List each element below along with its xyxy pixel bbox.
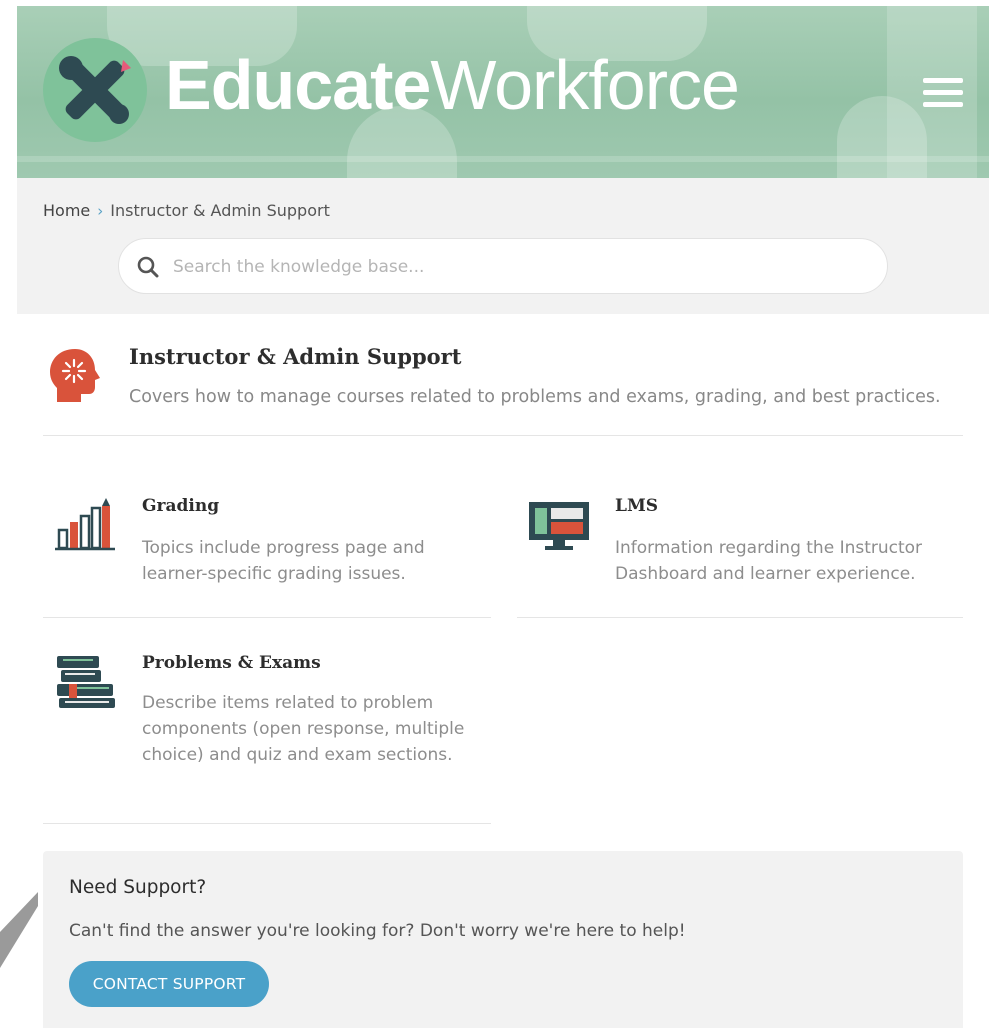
logo-wordmark[interactable]: EducateWorkforce [165,50,740,120]
page-frame: EducateWorkforce Home › Instructor & Admin… [17,6,989,1028]
contact-support-button[interactable]: CONTACT SUPPORT [69,961,269,1007]
subcategory-description: Topics include progress page and learner… [142,538,425,584]
breadcrumb-search-area: Home › Instructor & Admin Support [17,178,989,314]
bar-chart-pencil-icon [55,498,115,558]
divider [43,823,491,824]
support-box: Need Support? Can't find the answer you'… [43,851,963,1028]
logo-icon[interactable] [43,38,147,142]
logo-bold-text: Educate [165,46,431,124]
support-text: Can't find the answer you're looking for… [69,921,686,941]
logo-light-text: Workforce [430,46,740,124]
breadcrumb-current: Instructor & Admin Support [110,201,330,220]
divider [43,435,963,436]
subcategory-title[interactable]: Grading [142,496,219,516]
subcategory-title[interactable]: Problems & Exams [142,653,321,673]
search-input[interactable] [171,251,855,283]
breadcrumb: Home › Instructor & Admin Support [43,201,330,220]
background-beam [17,156,989,162]
support-title: Need Support? [69,877,207,898]
site-header: EducateWorkforce [17,6,989,178]
divider [517,617,963,618]
monitor-dashboard-icon [527,500,591,556]
hamburger-menu-icon[interactable] [923,78,963,108]
book-stack-icon [55,654,117,714]
breadcrumb-home-link[interactable]: Home [43,201,90,220]
subcategory-description: Information regarding the Instructor Das… [615,538,923,584]
breadcrumb-separator-icon: › [97,202,104,220]
subcategory-title[interactable]: LMS [615,496,658,516]
brain-head-icon [47,346,103,410]
page-fold-decoration [0,892,38,968]
divider [43,617,491,618]
category-title: Instructor & Admin Support [129,344,462,369]
search-bar[interactable] [118,238,888,294]
category-description: Covers how to manage courses related to … [129,387,941,407]
search-icon [137,256,159,278]
subcategory-description: Describe items related to problem compon… [142,693,465,765]
